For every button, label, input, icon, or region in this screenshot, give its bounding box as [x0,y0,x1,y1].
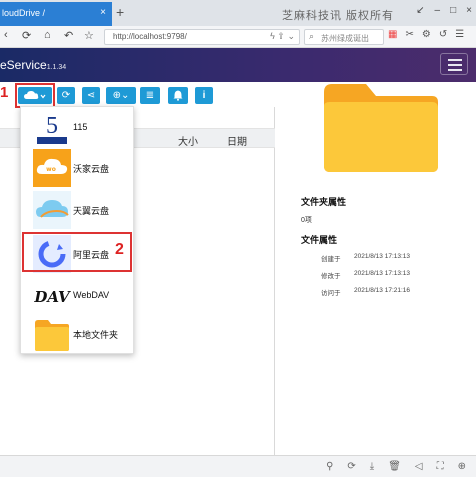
download-icon[interactable]: ⤓ [370,461,374,472]
details-panel: 文件夹属性 0项 文件属性 创建于 2021/8/13 17:13:13 修改于… [276,82,476,455]
accessed-value: 2021/8/13 17:21:16 [354,287,411,294]
svg-text:wo: wo [46,166,56,173]
browser-toolbar: ‹ ⟳ ⌂ ↶ ☆ http://localhost:9798/ ϟ ⇪ ⌄ ⌕… [0,26,476,48]
list-icon: ≣ [145,90,155,101]
window-controls: ↙ – □ × [416,5,472,16]
browser-tab-bar: loudDrive / × + 芝麻科技讯 版权所有 ↙ – □ × [0,0,476,26]
share-nodes-icon: ⋖ [86,90,96,101]
menu-item-label: WebDAV [73,290,110,300]
browser-tab[interactable]: loudDrive / × [0,2,112,26]
refresh-status-icon[interactable]: ⟳ [347,461,355,472]
menu-item-label: 沃家云盘 [73,164,110,174]
cloud-icon [24,91,46,99]
browser-status-bar: ⚲ ⟳ ⤓ 🗑 ◁ ⛶ ⊕ [0,455,476,477]
address-text[interactable]: http://localhost:9798/ [113,32,187,41]
apps-grid-icon[interactable]: ▦ [388,29,397,40]
refresh-icon: ⟳ [61,90,71,101]
info-icon: i [202,90,206,101]
annotation-marker-2: 2 [115,241,124,258]
bell-icon [173,90,183,101]
hamburger-menu-button[interactable] [440,53,468,75]
menu-item-115[interactable]: 5 115 [21,107,135,149]
file-properties-heading: 文件属性 [301,235,338,245]
cloud-source-menu: 5 115 wo 沃家云盘 天翼云盘 阿里云盘 DAV WebDAV 本地文件夹 [20,106,134,354]
menu-item-webdav[interactable]: DAV WebDAV [21,275,135,317]
folder-properties-heading: 文件夹属性 [301,197,347,207]
zoom-button[interactable]: ⊕⌄ [106,87,136,104]
tianyi-cloud-icon [33,191,71,229]
extension-icon[interactable]: ⚲ [326,461,333,472]
cloud-drive-button[interactable] [18,87,52,104]
accessed-label: 访问于 [321,290,341,297]
webdav-logo-icon: DAV [33,288,71,306]
column-date[interactable]: 日期 [227,133,247,148]
created-value: 2021/8/13 17:13:13 [354,253,411,260]
svg-text:5: 5 [46,113,58,139]
share-button[interactable]: ⋖ [82,87,100,104]
bookmark-star-icon[interactable]: ☆ [84,29,94,42]
close-tab-icon[interactable]: × [100,7,106,18]
menu-item-label: 天翼云盘 [73,206,110,216]
115-logo-icon: 5 [35,110,69,146]
menu-item-label: 115 [73,122,88,132]
address-bar[interactable]: http://localhost:9798/ ϟ ⇪ ⌄ [104,29,300,45]
minimize-icon[interactable]: – [435,5,441,16]
item-count: 0项 [301,217,312,224]
search-box[interactable]: ⌕ 苏州绿成诞出 [304,29,384,45]
created-label: 创建于 [321,256,341,263]
list-view-button[interactable]: ≣ [140,87,160,104]
wo-cloud-icon: wo [33,149,71,187]
app-header: eService1.1.34 [0,48,476,82]
menu-icon[interactable]: ☰ [455,29,464,40]
tab-title: loudDrive / [2,8,46,18]
reload-icon[interactable]: ⟳ [22,29,31,42]
window-title: 芝麻科技讯 版权所有 [282,10,395,22]
menu-item-label: 本地文件夹 [73,330,119,340]
history-icon[interactable]: ↺ [439,29,447,40]
info-button[interactable]: i [195,87,213,104]
app-title-text: eService [0,58,47,72]
zoom-icon: ⊕⌄ [112,90,130,101]
browser-tools: ▦ ✂ ⚙ ↺ ☰ [388,29,464,40]
share-icon[interactable]: ⇪ [277,31,285,41]
search-icon: ⌕ [309,31,315,41]
folder-icon [324,84,438,172]
maximize-icon[interactable]: □ [450,5,456,16]
menu-item-wo-cloud[interactable]: wo 沃家云盘 [21,147,135,189]
status-bar-icons: ⚲ ⟳ ⤓ 🗑 ◁ ⛶ ⊕ [326,461,466,472]
refresh-button[interactable]: ⟳ [57,87,75,104]
screenshot-icon[interactable]: ⛶ [437,461,444,472]
column-size[interactable]: 大小 [178,133,198,148]
sound-icon[interactable]: ◁ [415,461,423,472]
menu-item-local-folder[interactable]: 本地文件夹 [21,313,135,355]
app-title: eService1.1.34 [0,58,66,72]
new-tab-button[interactable]: + [116,4,124,20]
lightning-icon[interactable]: ϟ [270,31,275,41]
annotation-marker-1: 1 [0,84,9,101]
scissors-icon[interactable]: ✂ [405,29,413,40]
tools-icon[interactable]: ⚙ [422,29,431,40]
restore-icon[interactable]: ↙ [416,5,424,16]
modified-value: 2021/8/13 17:13:13 [354,270,411,277]
menu-item-tianyi-cloud[interactable]: 天翼云盘 [21,189,135,231]
app-version: 1.1.34 [46,64,67,71]
undo-icon[interactable]: ↶ [64,29,73,42]
svg-text:DAV: DAV [33,288,71,306]
trash-icon[interactable]: 🗑 [388,461,401,472]
modified-label: 修改于 [321,273,341,280]
search-placeholder: 苏州绿成诞出 [321,34,369,43]
local-folder-icon [35,320,69,351]
home-icon[interactable]: ⌂ [44,29,51,41]
address-actions: ϟ ⇪ ⌄ [270,31,295,42]
zoom-status-icon[interactable]: ⊕ [458,461,466,472]
dropdown-icon[interactable]: ⌄ [287,31,295,41]
close-window-icon[interactable]: × [466,5,472,16]
notification-button[interactable] [168,87,188,104]
back-icon[interactable]: ‹ [4,29,8,41]
